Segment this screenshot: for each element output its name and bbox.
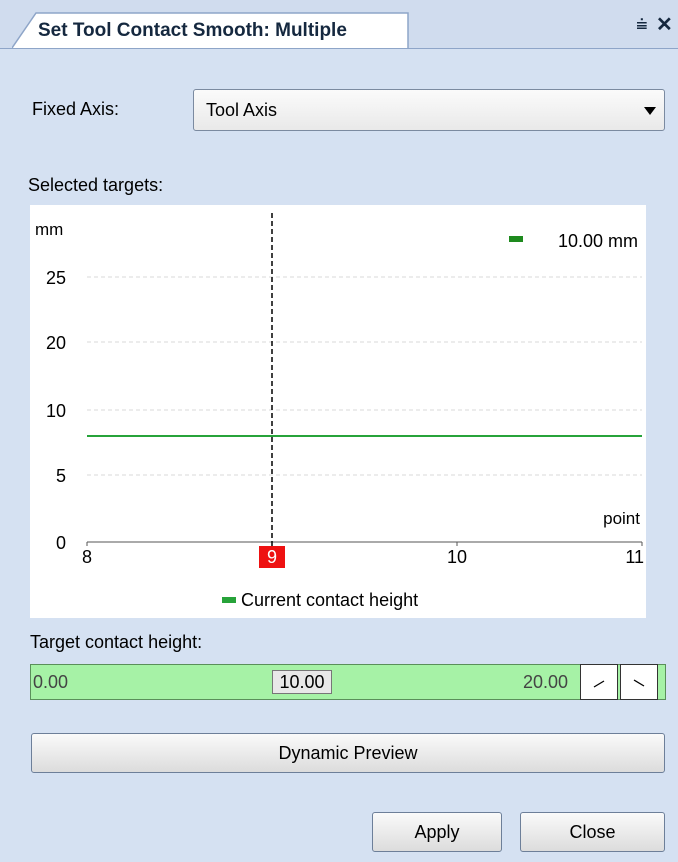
increase-slope-button[interactable] [580,664,618,700]
fixed-axis-value: Tool Axis [206,100,278,120]
contact-height-chart[interactable]: mm 0 5 10 20 25 8 9 10 11 point 10.00 mm Current con… [30,205,646,618]
target-contact-height-label: Target contact height: [30,632,203,652]
pin-menu-icon[interactable]: ⩧ [636,15,648,35]
x-tick-label: 11 [625,547,644,567]
panel-header: Set Tool Contact Smooth: Multiple ⩧ ✕ [0,0,678,49]
y-tick-label: 0 [56,533,66,553]
legend-value-swatch [509,236,523,242]
fixed-axis-select[interactable]: Tool Axis [193,89,665,131]
decrease-slope-icon [633,679,645,687]
y-tick-label: 5 [56,466,66,486]
fixed-axis-label: Fixed Axis: [32,99,120,119]
chevron-down-icon [644,107,656,115]
x-axis-unit: point [603,509,640,528]
x-tick-label: 10 [447,547,467,567]
slider-max-value: 20.00 [523,672,569,692]
legend-series-label: Current contact height [241,590,418,610]
x-tick-label: 8 [82,547,92,567]
target-height-slider[interactable]: 0.00 10.00 20.00 [30,664,666,700]
close-button[interactable]: Close [520,812,665,852]
tab-title: Set Tool Contact Smooth: Multiple [38,20,347,41]
legend-series-swatch [222,597,236,603]
slider-min-value: 0.00 [33,672,69,692]
slider-thumb-value[interactable]: 10.00 [272,670,332,694]
legend-value-text: 10.00 mm [558,231,638,251]
y-tick-label: 20 [46,333,66,353]
x-tick-label-selected: 9 [267,547,277,567]
chart-svg: mm 0 5 10 20 25 8 9 10 11 point 10.00 mm Current con… [35,213,644,610]
close-icon[interactable]: ✕ [656,15,673,35]
apply-button[interactable]: Apply [372,812,502,852]
decrease-slope-button[interactable] [620,664,658,700]
y-axis-unit: mm [35,220,63,239]
y-tick-label: 10 [46,401,66,421]
tab-set-tool-contact-smooth[interactable]: Set Tool Contact Smooth: Multiple [12,12,410,49]
selected-targets-label: Selected targets: [28,175,164,195]
dynamic-preview-button[interactable]: Dynamic Preview [31,733,665,773]
y-tick-label: 25 [46,268,66,288]
increase-slope-icon [593,680,605,688]
